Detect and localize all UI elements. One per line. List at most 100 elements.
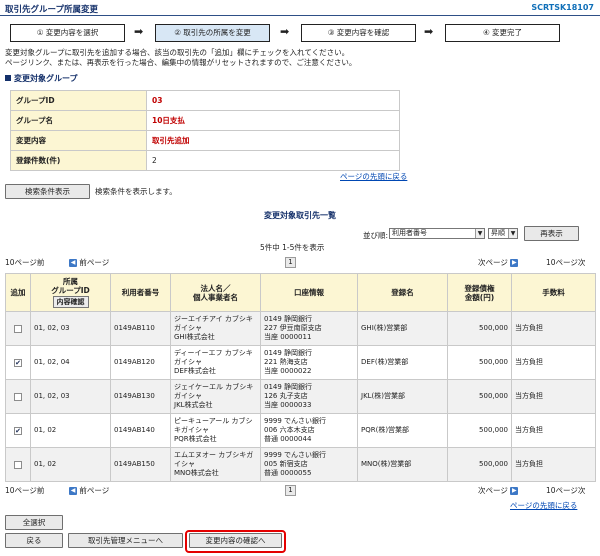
table-row: ✔ 01, 02, 04 0149AB120 ディーイーエフ カブシキガイシャ DEF株… xyxy=(5,345,596,380)
step-1: ① 変更内容を選択 xyxy=(10,24,125,42)
reg-name-cell: JKL(株)営業部 xyxy=(357,379,448,414)
step-3: ③ 変更内容を確認 xyxy=(301,24,416,42)
fee-cell: 当方負担 xyxy=(511,345,596,380)
pager-bottom: 10ページ前 ◀ 前ページ 1 次ページ ▶ 10ページ次 xyxy=(5,485,595,497)
prev10-link[interactable]: 10ページ前 xyxy=(5,257,44,268)
table-header-row: 追加 所属 グループID 内容確認 利用者番号 法人名／ 個人事業者名 口座情報… xyxy=(5,273,596,312)
account-number: 普通 0000044 xyxy=(264,435,312,443)
header-line: 個人事業者名 xyxy=(193,292,238,302)
arrow-right-icon: ▶ xyxy=(510,259,519,267)
col-header-amount: 登録債権 金額(円) xyxy=(447,273,512,312)
account-number: 当座 0000022 xyxy=(264,367,312,375)
arrow-left-icon: ◀ xyxy=(69,487,77,495)
page-top-link[interactable]: ページの先頭に戻る xyxy=(340,171,407,182)
step-4: ④ 変更完了 xyxy=(445,24,560,42)
corp-name: DEF株式会社 xyxy=(174,367,216,375)
amount-cell: 500,000 xyxy=(447,311,512,346)
reg-name-cell: DEF(株)営業部 xyxy=(357,345,448,380)
back-button[interactable]: 戻る xyxy=(5,533,63,548)
next-page-link[interactable]: 次ページ ▶ xyxy=(478,257,519,268)
group-ids-cell: 01, 02 xyxy=(30,447,111,482)
add-cell xyxy=(5,447,31,482)
search-description: 検索条件を表示します。 xyxy=(95,187,177,196)
corp-name-cell: ジーエイチアイ カブシキガイシャ GHI株式会社 xyxy=(170,311,261,346)
group-ids-cell: 01, 02, 03 xyxy=(30,311,111,346)
fee-cell: 当方負担 xyxy=(511,447,596,482)
add-cell: ✔ xyxy=(5,345,31,380)
table-row: 変更内容 取引先追加 xyxy=(10,130,400,151)
corp-name-cell: エムエヌオー カブシキガイシャ MNO株式会社 xyxy=(170,447,261,482)
instruction-line: ページリンク、または、再表示を行った場合、編集中の情報がリセットされますので、ご… xyxy=(5,58,357,67)
sort-label: 並び順: xyxy=(363,231,389,240)
arrow-right-icon: ▶ xyxy=(510,487,519,495)
account-branch: 006 六本木支店 xyxy=(264,426,315,434)
account-cell: 0149 静岡銀行 221 熱海支店 当座 0000022 xyxy=(260,345,358,380)
next-page-label: 次ページ xyxy=(478,258,508,267)
add-checkbox[interactable]: ✔ xyxy=(14,358,22,367)
sort-select-value: 利用者番号 xyxy=(392,229,427,237)
corp-kana: ディーイーエフ カブシキガイシャ xyxy=(174,349,253,366)
table-row: 01, 02, 03 0149AB110 ジーエイチアイ カブシキガイシャ GHI株式… xyxy=(5,311,596,346)
group-ids-cell: 01, 02, 04 xyxy=(30,345,111,380)
corp-name-cell: ピーキューアール カブシキガイシャ PQR株式会社 xyxy=(170,413,261,448)
col-header-reg-name: 登録名 xyxy=(357,273,448,312)
redisplay-button[interactable]: 再表示 xyxy=(524,226,579,241)
add-checkbox[interactable] xyxy=(14,460,22,469)
fee-cell: 当方負担 xyxy=(511,413,596,448)
prev-page-link[interactable]: ◀ 前ページ xyxy=(69,257,109,268)
page-number[interactable]: 1 xyxy=(285,485,296,496)
corp-kana: ジェイケーエル カブシキガイシャ xyxy=(174,383,254,400)
screen-code: SCRTSK18107 xyxy=(531,3,594,12)
user-no-cell: 0149AB110 xyxy=(110,311,171,346)
show-search-button[interactable]: 検索条件表示 xyxy=(5,184,90,199)
table-row: グループID 03 xyxy=(10,90,400,111)
prev-page-link[interactable]: ◀ 前ページ xyxy=(69,485,109,496)
square-bullet-icon xyxy=(5,75,11,81)
add-checkbox[interactable]: ✔ xyxy=(14,426,22,435)
account-branch: 126 丸子支店 xyxy=(264,392,308,400)
result-count: 5件中 1-5件を表示 xyxy=(260,243,325,252)
select-all-button[interactable]: 全選択 xyxy=(5,515,63,530)
next10-link[interactable]: 10ページ次 xyxy=(546,485,585,496)
add-cell xyxy=(5,311,31,346)
page-title: 取引先グループ所属変更 xyxy=(5,5,98,15)
prev-page-label: 前ページ xyxy=(79,486,110,495)
order-select[interactable]: 昇順 ▼ xyxy=(488,228,518,239)
account-branch: 227 伊豆南原支店 xyxy=(264,324,322,332)
account-branch: 005 新宿支店 xyxy=(264,460,308,468)
account-number: 当座 0000011 xyxy=(264,333,312,341)
content-confirm-button[interactable]: 内容確認 xyxy=(52,296,89,308)
next-page-link[interactable]: 次ページ ▶ xyxy=(478,485,519,496)
next10-link[interactable]: 10ページ次 xyxy=(546,257,585,268)
reg-name-cell: PQR(株)営業部 xyxy=(357,413,448,448)
table-row: グループ名 10日支払 xyxy=(10,110,400,131)
add-checkbox[interactable] xyxy=(14,392,22,401)
user-no-cell: 0149AB150 xyxy=(110,447,171,482)
add-cell: ✔ xyxy=(5,413,31,448)
account-branch: 221 熱海支店 xyxy=(264,358,308,366)
page-top-link[interactable]: ページの先頭に戻る xyxy=(510,500,577,511)
amount-cell: 500,000 xyxy=(447,447,512,482)
partner-menu-button[interactable]: 取引先管理メニューへ xyxy=(68,533,183,548)
account-bank: 0149 静岡銀行 xyxy=(264,383,313,391)
user-no-cell: 0149AB140 xyxy=(110,413,171,448)
section-title: 変更対象グループ xyxy=(5,73,78,84)
amount-cell: 500,000 xyxy=(447,413,512,448)
account-bank: 9999 でんさい銀行 xyxy=(264,451,327,459)
field-value: 10日支払 xyxy=(146,110,400,131)
field-label: グループ名 xyxy=(10,110,147,131)
sort-select[interactable]: 利用者番号 ▼ xyxy=(389,228,485,239)
table-row: ✔ 01, 02 0149AB140 ピーキューアール カブシキガイシャ PQR株式会社… xyxy=(5,413,596,448)
page-number[interactable]: 1 xyxy=(285,257,296,268)
corp-name: MNO株式会社 xyxy=(174,469,219,477)
prev-page-label: 前ページ xyxy=(79,258,110,267)
user-no-cell: 0149AB130 xyxy=(110,379,171,414)
instruction-message: 変更対象グループに取引先を追加する場合、該当の取引先の「追加」欄にチェックを入れ… xyxy=(5,48,356,68)
add-checkbox[interactable] xyxy=(14,324,22,333)
col-header-name: 法人名／ 個人事業者名 xyxy=(170,273,261,312)
prev10-link[interactable]: 10ページ前 xyxy=(5,485,44,496)
header-line: 登録債権 xyxy=(464,283,495,293)
col-header-add: 追加 xyxy=(5,273,31,312)
account-bank: 0149 静岡銀行 xyxy=(264,315,313,323)
amount-cell: 500,000 xyxy=(447,345,512,380)
